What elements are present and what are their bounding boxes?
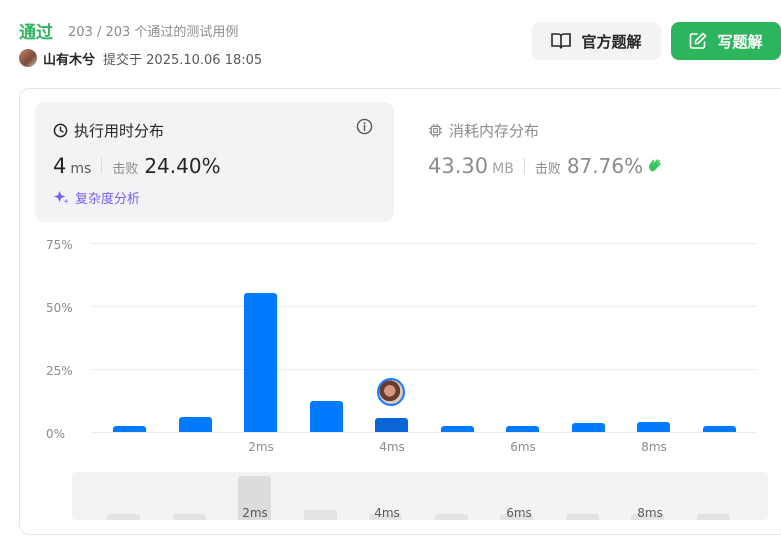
- x-tick-label: 4ms: [379, 440, 405, 454]
- minimap-label: 6ms: [506, 506, 532, 520]
- complexity-analysis-link[interactable]: 复杂度分析: [53, 188, 140, 207]
- book-icon: [551, 33, 572, 49]
- avatar[interactable]: [19, 49, 37, 67]
- minimap-bar: [303, 510, 337, 520]
- runtime-card[interactable]: 执行用时分布 4 ms 击败 24.40% 复杂度分析: [35, 102, 394, 222]
- submission-header: 通过 203 / 203 个通过的测试用例 山有木兮 提交于 2025.10.0…: [0, 0, 781, 80]
- gridline: [91, 243, 756, 244]
- official-solution-label: 官方题解: [581, 32, 642, 51]
- submission-meta: 山有木兮 提交于 2025.10.06 18:05: [19, 48, 262, 68]
- divider: [101, 158, 103, 174]
- gridline: [91, 432, 756, 433]
- histogram-bar[interactable]: [113, 425, 146, 432]
- minimap-label: 4ms: [374, 506, 400, 520]
- runtime-title: 执行用时分布: [53, 120, 164, 141]
- y-tick-label: 50%: [46, 301, 73, 315]
- submitted-time: 提交于 2025.10.06 18:05: [103, 52, 263, 68]
- status-accepted: 通过: [19, 23, 53, 43]
- runtime-value: 4: [53, 154, 67, 178]
- runtime-beats-label: 击败: [112, 162, 139, 177]
- x-tick-label: 2ms: [248, 440, 274, 454]
- divider: [523, 158, 525, 174]
- memory-beats: 87.76%: [566, 154, 644, 178]
- edit-icon: [690, 32, 707, 49]
- gridline: [91, 369, 756, 370]
- histogram-bar[interactable]: [178, 416, 212, 432]
- y-tick-label: 75%: [46, 238, 73, 252]
- histogram-bar[interactable]: [440, 425, 474, 432]
- runtime-beats: 24.40%: [144, 154, 221, 178]
- clock-icon: [53, 123, 68, 138]
- memory-beats-label: 击败: [534, 162, 561, 177]
- minimap-bar: [107, 514, 140, 520]
- minimap-bar: [565, 514, 599, 520]
- write-solution-button[interactable]: 写题解: [671, 22, 781, 60]
- histogram-bar[interactable]: [309, 400, 343, 432]
- memory-unit: MB: [492, 161, 514, 177]
- memory-title[interactable]: 消耗内存分布: [428, 120, 539, 141]
- sparkle-icon: [53, 190, 70, 205]
- histogram-bar[interactable]: [637, 421, 670, 432]
- minimap-bar: [172, 514, 206, 520]
- minimap-bar: [434, 514, 468, 520]
- memory-value-row: 43.30 MB 击败 87.76%: [428, 154, 665, 178]
- x-tick-label: 6ms: [510, 440, 536, 454]
- memory-title-text: 消耗内存分布: [449, 122, 540, 140]
- runtime-unit: ms: [70, 161, 92, 177]
- complexity-label: 复杂度分析: [75, 192, 141, 207]
- y-tick-label: 0%: [46, 427, 66, 441]
- histogram-bar[interactable]: [244, 293, 277, 432]
- test-cases-summary: 203 / 203 个通过的测试用例: [68, 25, 239, 40]
- histogram-bar[interactable]: [506, 425, 539, 432]
- minimap-bar: [696, 514, 730, 520]
- clap-icon: [649, 159, 661, 172]
- official-solution-button[interactable]: 官方题解: [532, 22, 661, 60]
- minimap-label: 8ms: [637, 506, 663, 520]
- histogram-bar[interactable]: [375, 418, 408, 432]
- gridline: [91, 306, 756, 307]
- runtime-value-row: 4 ms 击败 24.40%: [53, 154, 221, 178]
- chip-icon: [428, 123, 443, 138]
- username[interactable]: 山有木兮: [43, 49, 95, 68]
- minimap-label: 2ms: [242, 506, 268, 520]
- histogram-bar[interactable]: [571, 423, 605, 432]
- runtime-title-text: 执行用时分布: [74, 122, 165, 140]
- write-solution-label: 写题解: [717, 32, 763, 51]
- y-tick-label: 25%: [46, 364, 73, 378]
- histogram-bar[interactable]: [702, 425, 736, 432]
- info-icon[interactable]: [356, 118, 373, 135]
- my-submission-avatar-marker[interactable]: [377, 378, 405, 406]
- x-tick-label: 8ms: [641, 440, 667, 454]
- memory-value: 43.30: [428, 154, 489, 178]
